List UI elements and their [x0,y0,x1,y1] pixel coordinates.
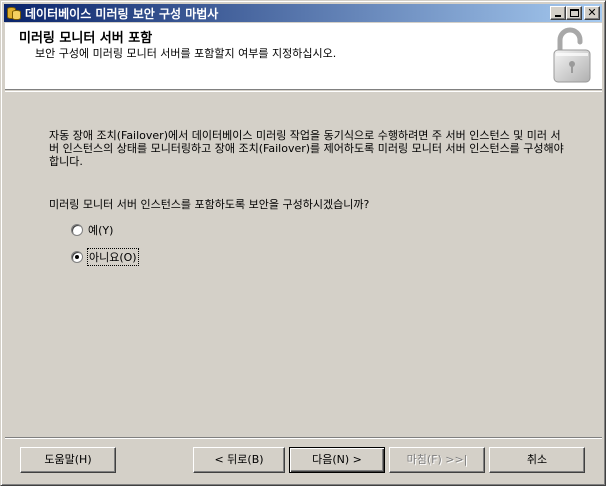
button-separator [5,437,602,439]
radio-yes[interactable]: 예(Y) [71,222,113,238]
minimize-icon [555,15,561,17]
radio-yes-label[interactable]: 예(Y) [88,222,113,238]
radio-no-label[interactable]: 아니요(O) [87,248,139,266]
page-subtitle: 보안 구성에 미러링 모니터 서버를 포함할지 여부를 지정하십시오. [35,47,337,60]
cancel-button[interactable]: 취소 [489,447,585,473]
finish-button[interactable]: 마침(F) >>| [389,447,485,473]
wizard-window: 데이터베이스 미러링 보안 구성 마법사 ✕ 미러링 모니터 서버 포함 보안 … [0,0,606,486]
maximize-button[interactable] [566,6,582,20]
window-title: 데이터베이스 미러링 보안 구성 마법사 [25,6,219,21]
radio-yes-button[interactable] [71,224,83,236]
database-app-icon [6,5,22,21]
help-button[interactable]: 도움말(H) [20,447,116,473]
wizard-header: 미러링 모니터 서버 포함 보안 구성에 미러링 모니터 서버를 포함할지 여부… [5,23,602,90]
description-text: 자동 장애 조치(Failover)에서 데이터베이스 미러링 작업을 동기식으… [49,129,564,168]
question-label: 미러링 모니터 서버 인스턴스를 포함하도록 보안을 구성하시겠습니까? [49,198,370,211]
title-bar[interactable]: 데이터베이스 미러링 보안 구성 마법사 ✕ [4,4,602,22]
maximize-icon [570,9,579,17]
radio-no[interactable]: 아니요(O) [71,248,139,266]
padlock-icon [553,27,591,83]
close-button[interactable]: ✕ [584,6,600,20]
close-icon: ✕ [587,6,597,19]
back-button[interactable]: < 뒤로(B) [193,447,285,473]
minimize-button[interactable] [550,6,566,20]
page-title: 미러링 모니터 서버 포함 [19,31,153,46]
radio-no-button[interactable] [71,251,83,263]
window-controls: ✕ [550,6,600,20]
next-button[interactable]: 다음(N) > [289,447,385,473]
